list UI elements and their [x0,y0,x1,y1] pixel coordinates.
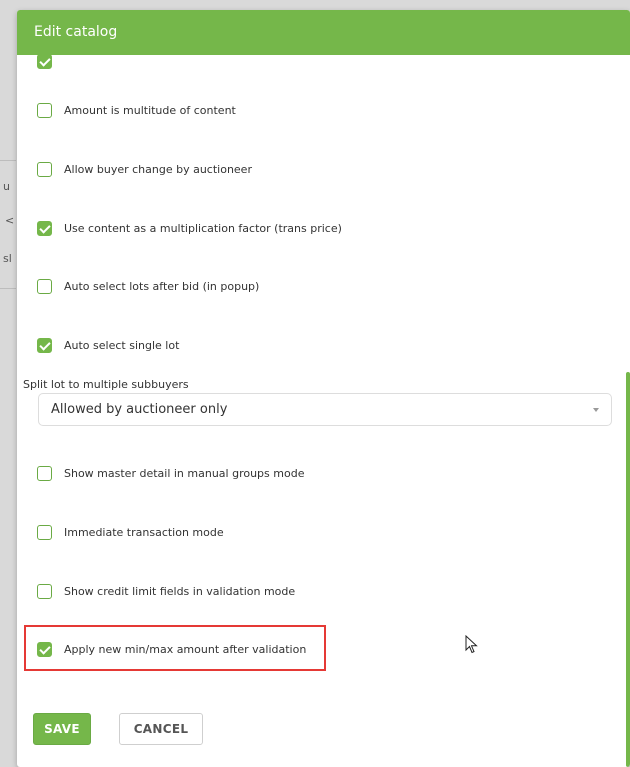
checkbox-credit-limit[interactable] [37,583,52,599]
checkbox-row-auto-select-single[interactable]: Auto select single lot [37,335,179,355]
checkbox-row-amount-multitude[interactable]: Amount is multitude of content [37,100,236,120]
checkbox-label: Show master detail in manual groups mode [64,466,305,480]
scrollbar[interactable] [626,372,630,767]
checkbox-row-master-detail[interactable]: Show master detail in manual groups mode [37,463,304,483]
split-lot-select[interactable]: Allowed by auctioneer only [38,393,612,426]
background-divider [0,160,16,161]
checkbox-row-partial [37,51,52,71]
checkbox-label: Auto select single lot [64,338,180,352]
checkbox-label: Use content as a multiplication factor (… [64,221,342,235]
checkbox-label: Show credit limit fields in validation m… [64,584,296,598]
dialog-title: Edit catalog [17,10,630,55]
background-fragment: < [5,214,15,227]
checkbox-row-immediate-transaction[interactable]: Immediate transaction mode [37,522,224,542]
background-fragment: sl [3,252,12,265]
highlight-box [24,625,326,671]
cancel-button[interactable]: CANCEL [119,713,203,745]
background-divider [0,288,16,289]
checkbox-row-allow-buyer-change[interactable]: Allow buyer change by auctioneer [37,159,252,179]
checkbox-amount-multitude[interactable] [37,102,52,118]
edit-catalog-dialog: Edit catalog Amount is multitude of cont… [17,10,630,767]
background-fragment: u [3,180,10,193]
checkbox-auto-select-single[interactable] [37,337,52,353]
split-lot-label: Split lot to multiple subbuyers [23,378,189,391]
checkbox-master-detail[interactable] [37,465,52,481]
checkbox-auto-select-lots[interactable] [37,278,52,294]
checkbox-row-auto-select-lots[interactable]: Auto select lots after bid (in popup) [37,276,259,296]
checkbox-partial[interactable] [37,53,52,69]
checkbox-label: Immediate transaction mode [64,525,224,539]
checkbox-content-multiplication[interactable] [37,220,52,236]
save-button[interactable]: SAVE [33,713,91,745]
checkbox-label: Allow buyer change by auctioneer [64,162,252,176]
checkbox-row-credit-limit[interactable]: Show credit limit fields in validation m… [37,581,295,601]
caret-down-icon [593,408,599,412]
checkbox-row-content-multiplication[interactable]: Use content as a multiplication factor (… [37,218,342,238]
mouse-pointer-icon [465,635,478,654]
checkbox-label: Auto select lots after bid (in popup) [64,279,260,293]
checkbox-label: Amount is multitude of content [64,103,236,117]
split-lot-value: Allowed by auctioneer only [51,402,228,417]
checkbox-allow-buyer-change[interactable] [37,161,52,177]
checkbox-immediate-transaction[interactable] [37,524,52,540]
